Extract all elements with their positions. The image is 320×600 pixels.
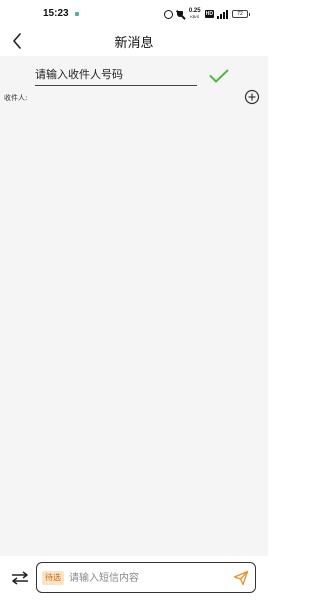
swap-icon [12,571,28,585]
recipient-area: 收件人: [0,56,268,556]
network-speed: 0.25 KB/S [188,8,202,19]
plus-circle-icon [244,89,260,105]
battery-icon: 72 [232,10,250,18]
signal-icon [217,9,229,19]
add-contact-button[interactable] [243,88,261,106]
status-time: 15:23 [43,8,69,19]
pending-badge[interactable]: 待选 [42,571,64,585]
switch-button[interactable] [10,568,30,588]
page-title: 新消息 [114,36,154,51]
network-speed-unit: KB/S [190,14,200,19]
recipient-number-input[interactable] [35,66,197,86]
confirm-recipient-button[interactable] [207,65,231,87]
compose-bar: 待选 [0,556,268,600]
alarm-icon [163,9,173,19]
hd-badge: HD [204,10,214,18]
recipients-label: 收件人: [4,94,28,102]
send-icon [233,570,249,586]
compose-box: 待选 [36,562,256,593]
send-button[interactable] [231,568,251,588]
header: 新消息 [0,28,268,56]
mute-icon [176,10,185,19]
sms-content-input[interactable] [69,569,219,587]
status-icons: 0.25 KB/S HD 72 [163,8,250,20]
check-icon [209,69,229,83]
status-bar: 15:23 0.25 KB/S HD 72 [0,0,268,28]
notification-dot-icon [75,12,79,16]
